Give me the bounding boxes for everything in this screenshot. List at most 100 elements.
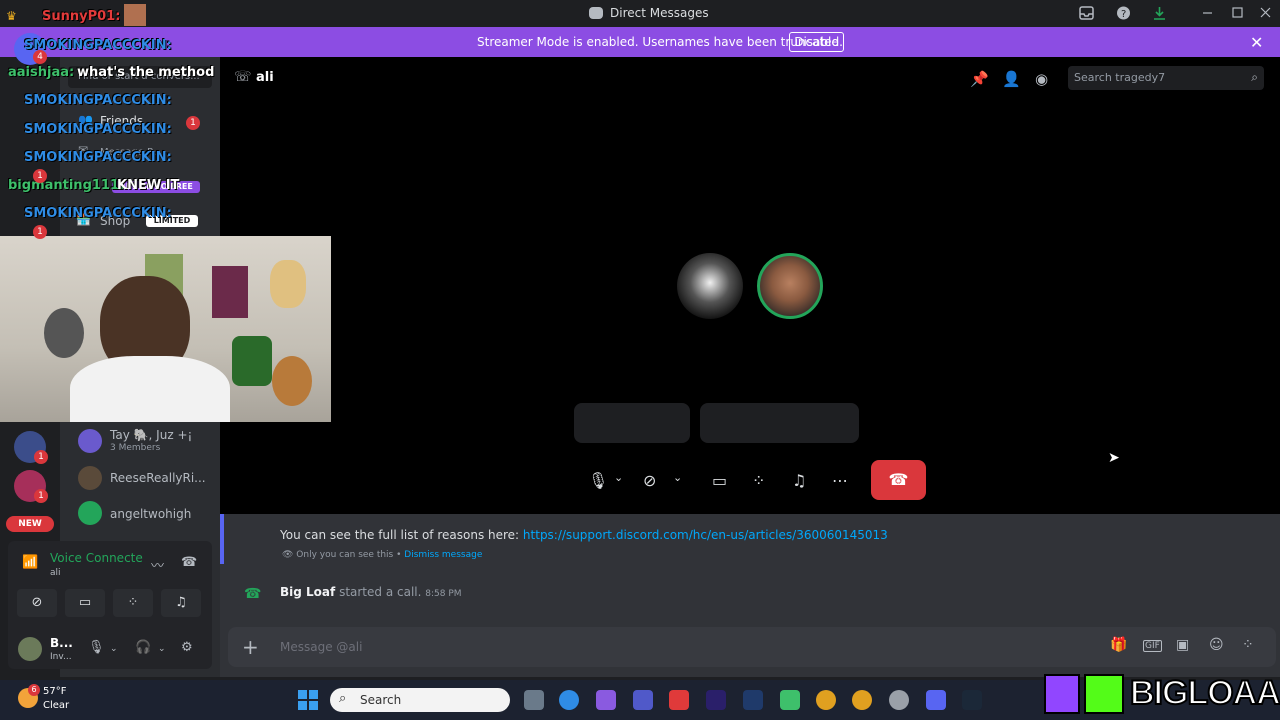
twitch-icon	[1044, 674, 1080, 714]
voice-status[interactable]: Voice Connecte	[50, 551, 143, 565]
gear-icon[interactable]: ⚙	[181, 640, 193, 655]
edge-icon[interactable]	[559, 690, 579, 710]
screen-share-icon[interactable]: ▭	[712, 471, 727, 490]
dm-avatar[interactable]	[78, 466, 102, 490]
search-icon: ⌕	[339, 691, 347, 706]
weather-badge: 6	[28, 684, 40, 696]
chrome-icon[interactable]	[816, 690, 836, 710]
disconnect-icon[interactable]: ☎	[181, 555, 197, 570]
participant-avatar[interactable]	[757, 253, 823, 319]
svg-text:?: ?	[1121, 9, 1126, 20]
avatar	[124, 4, 146, 26]
close-window-icon[interactable]	[1258, 6, 1273, 20]
mouse-cursor-icon: ➤	[1108, 450, 1120, 466]
photoshop-icon[interactable]	[743, 690, 763, 710]
minimize-icon[interactable]	[1200, 6, 1215, 20]
emoji-icon[interactable]: ☺	[1209, 637, 1224, 653]
maximize-icon[interactable]	[1230, 6, 1245, 20]
dismiss-message-link[interactable]: Dismiss message	[404, 550, 482, 560]
app-icon[interactable]	[669, 690, 689, 710]
composer-placeholder: Message @ali	[280, 640, 363, 654]
camera-off-icon[interactable]: ⊘	[643, 471, 656, 490]
copilot-icon[interactable]	[596, 690, 616, 710]
caller-name[interactable]: Big Loaf	[280, 585, 335, 599]
search-input[interactable]: Search tragedy7 ⌕	[1068, 66, 1264, 90]
streamer-brand-logo: BIGLOAAF	[1040, 668, 1280, 720]
chevron-down-icon[interactable]: ⌄	[673, 471, 682, 484]
inbox-icon[interactable]	[1079, 6, 1094, 20]
user-name[interactable]: B...	[50, 636, 73, 650]
profile-icon[interactable]: ◉	[1035, 70, 1048, 88]
chevron-down-icon[interactable]: ⌄	[158, 644, 166, 654]
participant-avatar[interactable]	[677, 253, 743, 319]
overlay-chat-user: SMOKINGPACCCKIN:	[24, 38, 172, 53]
taskbar-search-placeholder: Search	[360, 693, 402, 707]
server-badge: 1	[34, 450, 48, 464]
app-icon[interactable]	[889, 690, 909, 710]
avatar[interactable]	[18, 637, 42, 661]
call-header-name: ali	[256, 70, 274, 85]
noise-suppression-icon[interactable]: 〰	[151, 555, 164, 574]
teams-icon[interactable]	[633, 690, 653, 710]
task-view-icon[interactable]	[524, 690, 544, 710]
message-composer[interactable]: + Message @ali 🎁 GIF ▣ ☺ ⁘	[228, 627, 1276, 667]
gift-icon[interactable]: 🎁	[1110, 637, 1127, 653]
overlay-chat-user: SMOKINGPACCCKIN:	[24, 150, 172, 165]
notice-text: You can see the full list of reasons her…	[280, 528, 523, 542]
mic-icon[interactable]: 🎙	[88, 640, 105, 655]
dm-avatar[interactable]	[78, 501, 102, 525]
windows-start-icon[interactable]	[298, 690, 318, 710]
hang-up-button[interactable]: ☎	[871, 460, 926, 500]
chevron-down-icon[interactable]: ⌄	[110, 644, 118, 654]
search-placeholder: Search tragedy7	[1074, 71, 1166, 84]
overlay-chat-user: SMOKINGPACCCKIN:	[24, 93, 172, 108]
support-link[interactable]: https://support.discord.com/hc/en-us/art…	[523, 528, 888, 542]
gif-icon[interactable]: GIF	[1143, 640, 1162, 652]
kick-icon	[1084, 674, 1124, 714]
system-message-accent	[220, 514, 224, 564]
steam-icon[interactable]	[962, 690, 982, 710]
guitar-image	[272, 356, 312, 406]
camera-off-button[interactable]: ⊘	[17, 589, 57, 617]
more-icon[interactable]: ⋯	[832, 471, 848, 490]
close-banner-icon[interactable]: ✕	[1250, 33, 1263, 52]
help-icon[interactable]: ?	[1116, 6, 1131, 20]
headphones-icon[interactable]: 🎧	[135, 640, 151, 655]
unread-badge: 1	[186, 116, 200, 130]
user-status: Inv...	[50, 652, 72, 662]
screen-share-button[interactable]: ▭	[65, 589, 105, 617]
chevron-down-icon[interactable]: ⌄	[614, 471, 623, 484]
overlay-chat-user: aaishjaa:	[8, 65, 75, 80]
system-message: You can see the full list of reasons her…	[280, 528, 888, 542]
only-you-text: Only you can see this •	[296, 550, 405, 560]
dm-item-name[interactable]: angeltwohigh	[110, 507, 191, 521]
window-title: Direct Messages	[610, 6, 709, 20]
call-started-message: Big Loaf started a call. 8:58 PM	[280, 585, 462, 599]
taskbar-search[interactable]: ⌕ Search	[330, 688, 510, 712]
signal-icon: 📶	[22, 555, 39, 570]
soundboard-icon[interactable]: ♫	[792, 471, 806, 490]
download-icon[interactable]	[1152, 6, 1167, 20]
voice-channel: ali	[50, 568, 61, 578]
overlay-chat-text: what's the method	[77, 65, 215, 80]
friend-call-icon: ☏	[234, 69, 252, 85]
soundboard-button[interactable]: ♫	[161, 589, 201, 617]
mic-icon[interactable]: 🎙	[588, 471, 608, 490]
apps-icon[interactable]: ⁘	[1242, 637, 1254, 653]
app-icon[interactable]	[780, 690, 800, 710]
disable-streamer-mode-button[interactable]: Disable	[789, 32, 844, 52]
dm-item-name[interactable]: ReeseReallyRi...	[110, 471, 206, 485]
chrome-icon[interactable]	[852, 690, 872, 710]
activities-button[interactable]: ⁘	[113, 589, 153, 617]
add-friend-icon[interactable]: 👤	[1002, 70, 1021, 88]
premiere-icon[interactable]	[706, 690, 726, 710]
server-badge: 1	[34, 489, 48, 503]
sticker-icon[interactable]: ▣	[1176, 637, 1189, 653]
overlay-chat-text: KNEW IT	[117, 178, 180, 193]
dm-item-name[interactable]: Tay 🐘, Juz +¡	[110, 428, 192, 442]
group-dm-avatar[interactable]	[78, 429, 102, 453]
pin-icon[interactable]: 📌	[970, 70, 989, 88]
attach-plus-icon[interactable]: +	[242, 635, 259, 659]
activities-icon[interactable]: ⁘	[752, 471, 765, 490]
discord-icon[interactable]	[926, 690, 946, 710]
